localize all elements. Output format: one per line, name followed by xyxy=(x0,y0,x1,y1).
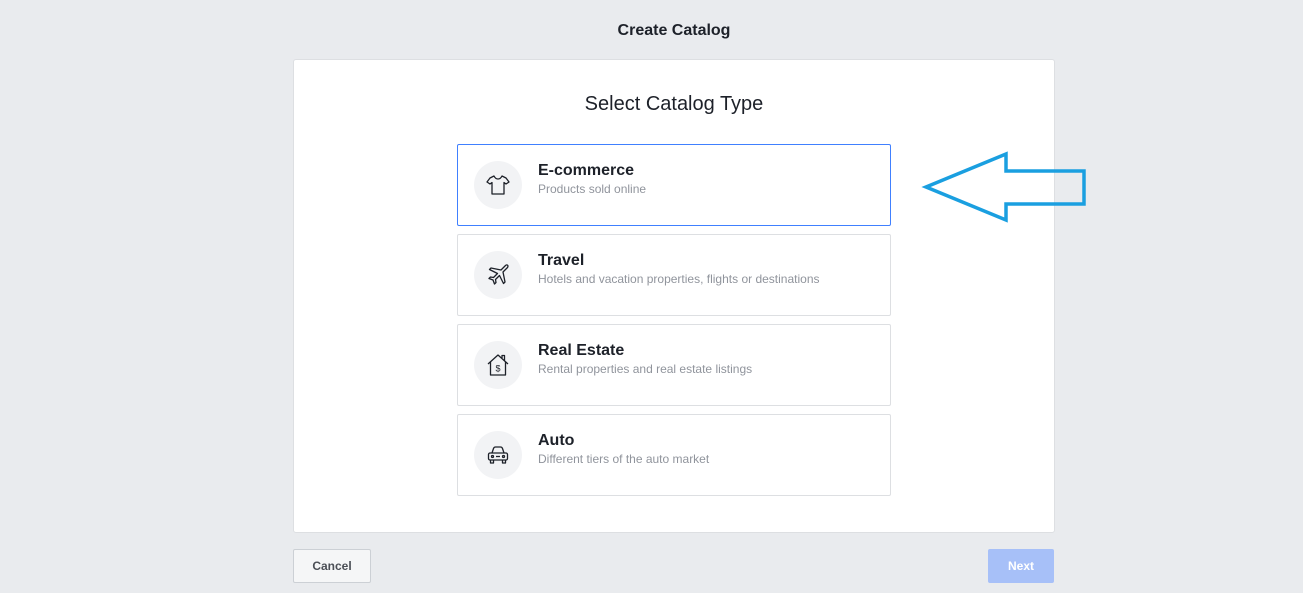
card-heading: Select Catalog Type xyxy=(584,93,764,115)
airplane-icon xyxy=(474,251,522,299)
option-title: E-commerce xyxy=(538,162,635,179)
option-travel[interactable]: Travel Hotels and vacation properties, f… xyxy=(457,234,891,316)
option-title: Auto xyxy=(538,432,575,449)
option-title: Travel xyxy=(538,252,585,269)
tshirt-icon xyxy=(474,161,522,209)
annotation-arrow-icon xyxy=(921,151,1086,223)
option-ecommerce[interactable]: E-commerce Products sold online xyxy=(457,144,891,226)
option-title: Real Estate xyxy=(538,342,625,359)
page-title: Create Catalog xyxy=(617,22,731,39)
option-description: Rental properties and real estate listin… xyxy=(538,362,753,376)
option-description: Products sold online xyxy=(538,182,647,196)
option-auto[interactable]: Auto Different tiers of the auto market xyxy=(457,414,891,496)
svg-text:$: $ xyxy=(495,364,500,374)
option-description: Hotels and vacation properties, flights … xyxy=(538,272,820,286)
next-button[interactable]: Next xyxy=(988,549,1054,583)
option-real-estate[interactable]: $ Real Estate Rental properties and real… xyxy=(457,324,891,406)
house-dollar-icon: $ xyxy=(474,341,522,389)
option-description: Different tiers of the auto market xyxy=(538,452,710,466)
catalog-type-card: Select Catalog Type E-commerce Products … xyxy=(293,59,1055,533)
cancel-button[interactable]: Cancel xyxy=(293,549,371,583)
car-icon xyxy=(474,431,522,479)
